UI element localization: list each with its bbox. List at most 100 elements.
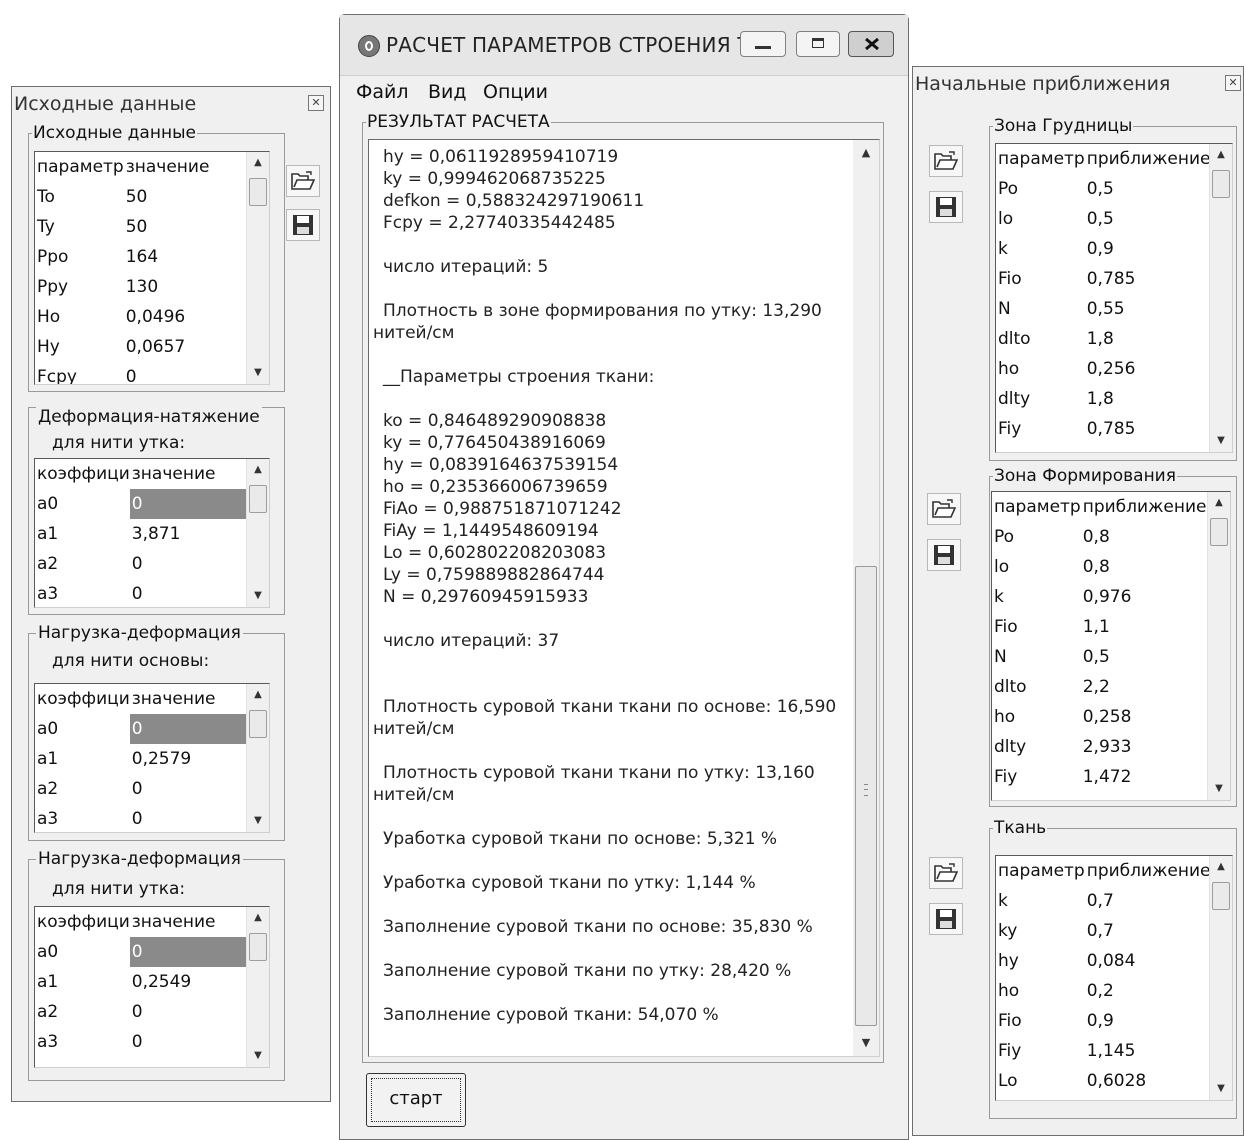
save-file-button[interactable] [927,539,961,571]
table-row[interactable]: a1 0,2549 [35,967,252,997]
table-row[interactable]: a0 0 [35,714,252,744]
approximations-grid[interactable]: параметр приближение Po 0,5 lo 0,5 k 0,9 Fio… [995,143,1233,453]
scroll-thumb[interactable] [249,933,267,961]
close-icon[interactable]: ✕ [1225,75,1241,91]
table-row[interactable]: Po 0,8 [992,522,1209,552]
scroll-thumb[interactable] [1212,170,1230,198]
table-row[interactable]: To 50 [35,182,246,212]
open-file-button[interactable] [286,165,320,197]
vertical-scrollbar[interactable]: ▲ ▼ [246,907,269,1067]
cell-value[interactable]: 0,084 [1085,946,1213,976]
table-row[interactable]: a3 0 [35,1027,252,1057]
scroll-thumb[interactable] [249,178,267,206]
table-row[interactable]: a2 0 [35,997,252,1027]
cell-value[interactable]: 0,9 [1085,234,1213,264]
cell-value[interactable]: 0,976 [1081,582,1209,612]
table-row[interactable]: a1 3,871 [35,519,252,549]
cell-value[interactable]: 0,2 [1085,976,1213,1006]
scroll-down-arrow-icon[interactable]: ▼ [247,1045,269,1067]
cell-value[interactable]: 0 [130,549,252,579]
cell-value[interactable]: 0 [130,804,252,832]
cell-value-selected[interactable]: 0 [129,489,252,519]
cell-value[interactable]: 0,256 [1085,354,1213,384]
cell-value[interactable]: 1,1 [1081,612,1209,642]
menu-file[interactable]: Файл [356,81,409,103]
scroll-up-arrow-icon[interactable]: ▲ [1210,144,1232,166]
open-file-button[interactable] [929,145,963,177]
table-row[interactable]: Lo 0,6028 [996,1066,1213,1096]
cell-value-selected[interactable]: 0 [129,714,252,744]
vertical-scrollbar[interactable]: ▲ ▼ [1209,856,1232,1100]
result-textbox[interactable]: hy = 0,0611928959410719 ky = 0,999462068… [368,139,880,1057]
scroll-thumb[interactable] [1212,882,1230,910]
scroll-up-arrow-icon[interactable]: ▲ [247,907,269,929]
table-row[interactable]: a2 0 [35,549,252,579]
table-row[interactable]: k 0,7 [996,886,1213,916]
scroll-up-arrow-icon[interactable]: ▲ [853,140,879,166]
table-row[interactable]: Hy 0,0657 [35,332,246,362]
table-row[interactable]: ho 0,258 [992,702,1209,732]
cell-value[interactable]: 2,2 [1081,672,1209,702]
vertical-scrollbar[interactable]: ▲ ▼ [1207,492,1230,800]
table-row[interactable]: Po 0,5 [996,174,1213,204]
cell-value[interactable]: 0 [124,362,246,384]
table-row[interactable]: hy 0,084 [996,946,1213,976]
cell-value[interactable]: 3,871 [130,519,252,549]
cell-value[interactable]: 0,7 [1085,886,1213,916]
cell-value[interactable]: 0,9 [1085,1006,1213,1036]
table-row[interactable]: ho 0,256 [996,354,1213,384]
cell-value[interactable]: 0 [130,774,252,804]
table-row[interactable]: N 0,5 [992,642,1209,672]
cell-value[interactable]: 0,258 [1081,702,1209,732]
vertical-scrollbar[interactable]: ▲ ▼ [1209,144,1232,452]
cell-value[interactable]: 1,8 [1085,384,1213,414]
cell-value[interactable]: 0 [130,579,252,607]
save-file-button[interactable] [929,903,963,935]
cell-value[interactable]: 164 [124,242,246,272]
scroll-up-arrow-icon[interactable]: ▲ [1210,856,1232,878]
scroll-up-arrow-icon[interactable]: ▲ [247,684,269,706]
table-row[interactable]: Fio 0,785 [996,264,1213,294]
source-data-grid[interactable]: параметр значение To 50 Ty 50 Ppo 164 Ppy 130… [34,151,270,385]
start-button[interactable]: старт [366,1073,466,1127]
menu-view[interactable]: Вид [428,81,467,103]
cell-value[interactable]: 1,8 [1085,324,1213,354]
cell-value[interactable]: 0,6028 [1085,1066,1213,1096]
table-row[interactable]: Ppy 130 [35,272,246,302]
scroll-thumb[interactable] [249,710,267,738]
table-row[interactable]: a1 0,2579 [35,744,252,774]
cell-value[interactable]: 0,8 [1081,552,1209,582]
cell-value[interactable]: 0,8 [1081,522,1209,552]
table-row[interactable]: dlty 2,933 [992,732,1209,762]
table-row[interactable]: k 0,9 [996,234,1213,264]
table-row[interactable]: a3 0 [35,804,252,832]
table-row[interactable]: Fiy 1,145 [996,1036,1213,1066]
cell-value[interactable]: 0 [130,997,252,1027]
scroll-down-arrow-icon[interactable]: ▼ [853,1030,879,1056]
menu-options[interactable]: Опции [483,81,548,103]
cell-value[interactable]: 0,785 [1085,414,1213,444]
cell-value[interactable]: 0,5 [1081,642,1209,672]
close-icon[interactable]: ✕ [308,95,324,111]
cell-value[interactable]: 1,145 [1085,1036,1213,1066]
save-file-button[interactable] [929,191,963,223]
table-row[interactable]: Fiy 0,785 [996,414,1213,444]
cell-value[interactable]: 0,5 [1085,174,1213,204]
minimize-button[interactable] [740,31,786,57]
scroll-up-arrow-icon[interactable]: ▲ [247,152,269,174]
vertical-scrollbar[interactable]: ▲ ▼ [246,152,269,384]
vertical-scrollbar[interactable]: ▲ ▼ [853,140,879,1056]
vertical-scrollbar[interactable]: ▲ ▼ [246,459,269,607]
table-row[interactable]: Fiy 1,472 [992,762,1209,792]
vertical-scrollbar[interactable]: ▲ ▼ [246,684,269,832]
cell-value[interactable]: 0,7 [1085,916,1213,946]
table-row[interactable]: dlto 1,8 [996,324,1213,354]
cell-value[interactable]: 0,55 [1085,294,1213,324]
scroll-down-arrow-icon[interactable]: ▼ [1208,778,1230,800]
maximize-button[interactable] [796,31,840,57]
table-row[interactable]: a2 0 [35,774,252,804]
cell-value-selected[interactable]: 0 [129,937,252,967]
table-row[interactable]: dlto 2,2 [992,672,1209,702]
cell-value[interactable]: 2,933 [1081,732,1209,762]
open-file-button[interactable] [929,857,963,889]
